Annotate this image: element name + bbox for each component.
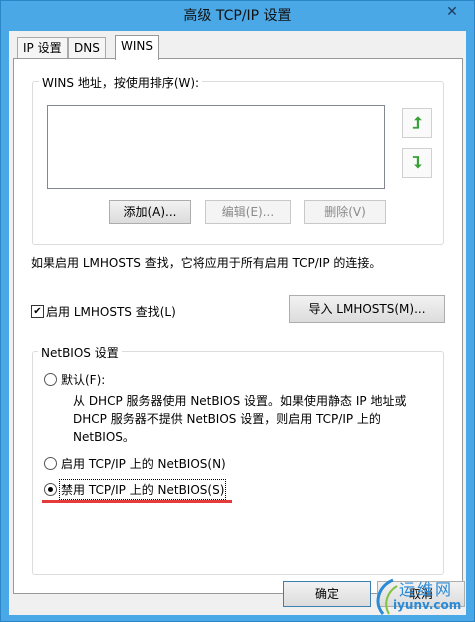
watermark-url: iyunv.com bbox=[393, 598, 462, 612]
wins-tab-panel: WINS 地址，按使用排序(W): ⮥ ⮧ 添加(A)... 编辑(E)... … bbox=[13, 58, 463, 594]
default-description-line2: DHCP 服务器不提供 NetBIOS 设置，则启用 TCP/IP 上的 bbox=[73, 412, 381, 426]
wins-group-label: WINS 地址，按使用排序(W): bbox=[39, 74, 203, 91]
window-title: 高级 TCP/IP 设置 bbox=[183, 8, 292, 24]
move-down-button[interactable]: ⮧ bbox=[402, 148, 432, 178]
remove-button[interactable]: 删除(V) bbox=[304, 200, 386, 224]
title-bar[interactable]: 高级 TCP/IP 设置 ✕ bbox=[1, 1, 474, 29]
tab-wins[interactable]: WINS bbox=[115, 35, 159, 60]
dialog-window: 高级 TCP/IP 设置 ✕ IP 设置 DNS WINS WINS 地址，按使… bbox=[0, 0, 475, 622]
lmhosts-info-text: 如果启用 LMHOSTS 查找，它将应用于所有启用 TCP/IP 的连接。 bbox=[31, 256, 382, 270]
move-up-button[interactable]: ⮥ bbox=[402, 108, 432, 138]
arrow-down-icon: ⮧ bbox=[412, 153, 422, 172]
wins-address-list[interactable] bbox=[47, 105, 385, 189]
netbios-group-label: NetBIOS 设置 bbox=[38, 344, 122, 361]
default-description-line1: 从 DHCP 服务器使用 NetBIOS 设置。如果使用静态 IP 地址或 bbox=[73, 394, 407, 408]
edit-button[interactable]: 编辑(E)... bbox=[205, 200, 291, 224]
tab-ip-settings[interactable]: IP 设置 bbox=[17, 37, 68, 58]
close-button[interactable]: ✕ bbox=[436, 2, 468, 22]
arrow-up-icon: ⮥ bbox=[412, 113, 422, 132]
add-button[interactable]: 添加(A)... bbox=[109, 200, 191, 224]
watermark-brand: 运维网 bbox=[399, 580, 454, 599]
radio-disable-netbios-label[interactable]: 禁用 TCP/IP 上的 NetBIOS(S) bbox=[58, 479, 227, 500]
dialog-body: IP 设置 DNS WINS WINS 地址，按使用排序(W): ⮥ ⮧ 添加(… bbox=[9, 31, 466, 615]
radio-default-label[interactable]: 默认(F): bbox=[61, 371, 105, 388]
radio-disable-netbios[interactable] bbox=[44, 483, 57, 496]
import-lmhosts-button[interactable]: 导入 LMHOSTS(M)... bbox=[289, 295, 445, 323]
lmhosts-checkbox[interactable]: ✔ bbox=[31, 305, 44, 318]
radio-enable-netbios[interactable] bbox=[44, 457, 57, 470]
radio-default[interactable] bbox=[44, 373, 57, 386]
ok-button[interactable]: 确定 bbox=[283, 581, 371, 607]
default-description-line3: NetBIOS。 bbox=[73, 430, 135, 444]
highlight-underline bbox=[42, 500, 232, 503]
tab-dns[interactable]: DNS bbox=[68, 37, 106, 58]
lmhosts-checkbox-label[interactable]: 启用 LMHOSTS 查找(L) bbox=[46, 303, 176, 320]
watermark: 运维网 iyunv.com bbox=[371, 576, 475, 622]
radio-enable-netbios-label[interactable]: 启用 TCP/IP 上的 NetBIOS(N) bbox=[61, 455, 226, 472]
